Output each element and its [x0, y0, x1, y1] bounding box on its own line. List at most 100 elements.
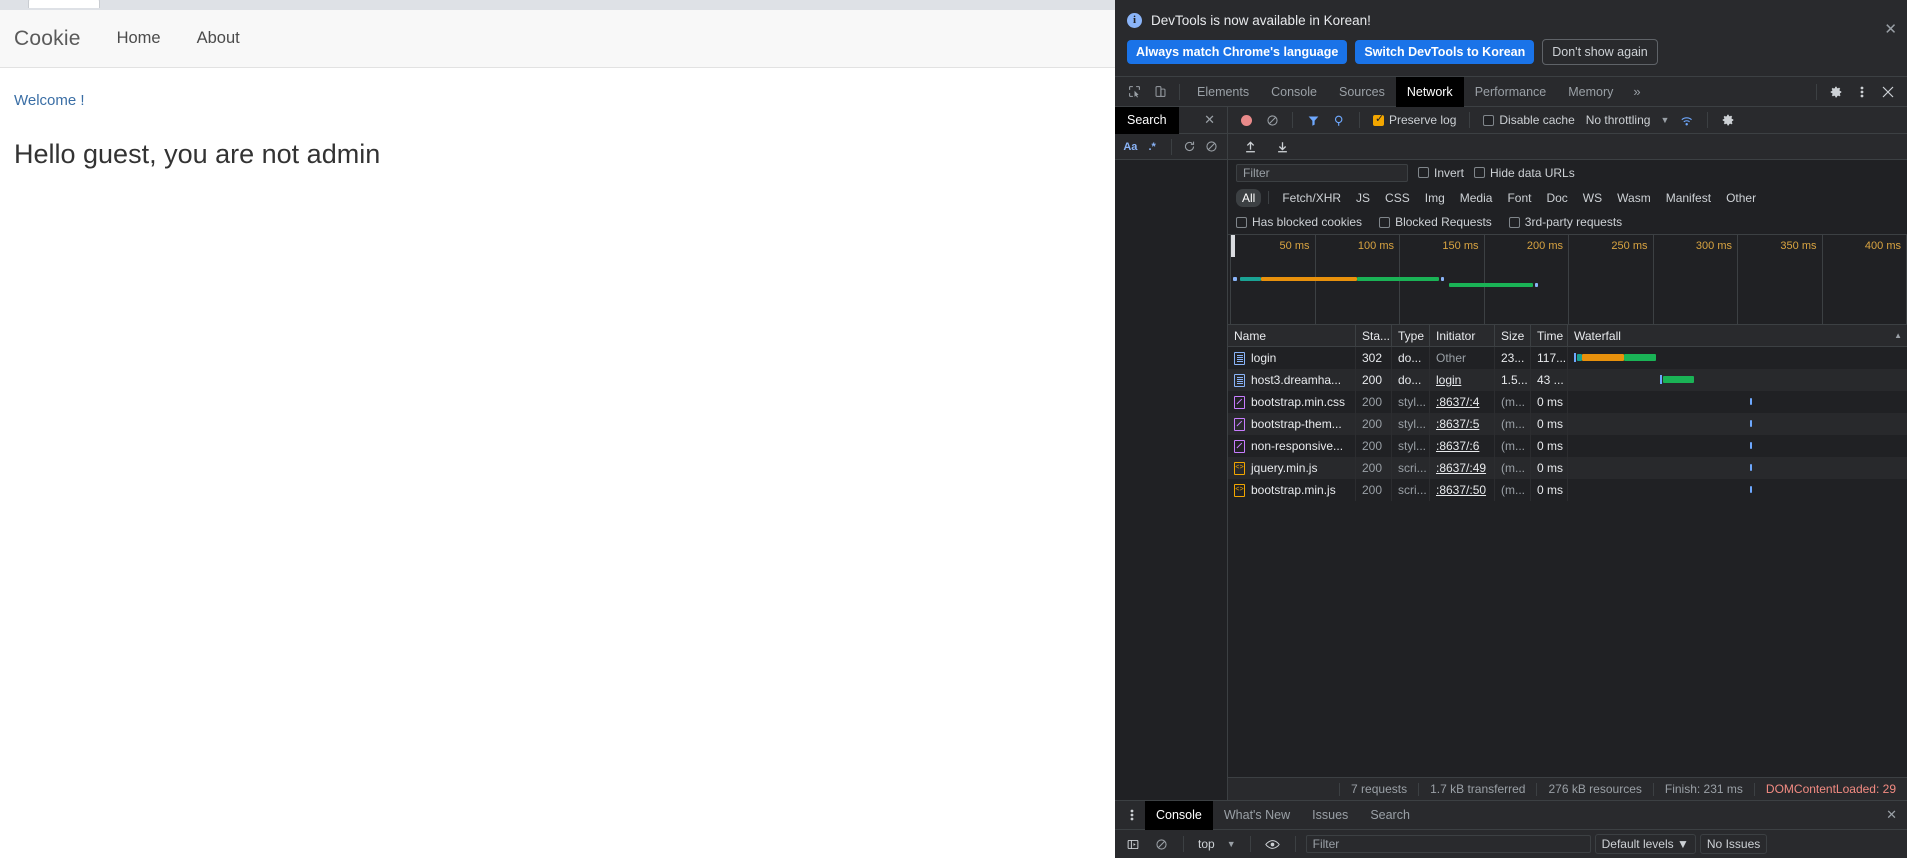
drawer-tab-issues[interactable]: Issues [1301, 801, 1359, 830]
search-panel-title[interactable]: Search [1115, 106, 1179, 134]
table-row[interactable]: <> jquery.min.js 200 scri... :8637/:49 (… [1228, 457, 1907, 479]
table-row[interactable]: bootstrap-them... 200 styl... :8637/:5 (… [1228, 413, 1907, 435]
type-filter-fetch-xhr[interactable]: Fetch/XHR [1276, 189, 1347, 207]
preserve-log-checkbox[interactable]: Preserve log [1368, 112, 1461, 127]
request-name-cell[interactable]: bootstrap-them... [1228, 413, 1356, 435]
nav-link-about[interactable]: About [197, 29, 240, 48]
close-icon[interactable]: ✕ [1204, 112, 1215, 128]
console-context-select[interactable]: top [1194, 837, 1219, 851]
always-match-language-button[interactable]: Always match Chrome's language [1127, 40, 1348, 64]
tab-console[interactable]: Console [1260, 77, 1328, 107]
table-row[interactable]: bootstrap.min.css 200 styl... :8637/:4 (… [1228, 391, 1907, 413]
chevron-down-icon[interactable]: ▼ [1656, 115, 1673, 125]
site-brand[interactable]: Cookie [14, 27, 81, 51]
regex-icon[interactable]: .* [1143, 137, 1162, 157]
type-filter-media[interactable]: Media [1454, 189, 1499, 207]
request-initiator[interactable]: :8637/:50 [1430, 479, 1495, 501]
checkbox[interactable] [1379, 216, 1391, 228]
gear-icon[interactable] [1823, 80, 1849, 104]
request-name-cell[interactable]: bootstrap.min.css [1228, 391, 1356, 413]
inspect-element-icon[interactable] [1121, 80, 1147, 104]
blocked-requests-checkbox[interactable]: Blocked Requests [1379, 215, 1492, 229]
type-filter-ws[interactable]: WS [1577, 189, 1608, 207]
filter-icon[interactable] [1301, 109, 1325, 131]
type-filter-wasm[interactable]: Wasm [1611, 189, 1657, 207]
close-drawer-icon[interactable]: ✕ [1886, 807, 1907, 823]
checkbox[interactable] [1418, 167, 1429, 178]
drawer-menu-icon[interactable] [1119, 803, 1145, 827]
request-name-cell[interactable]: <> bootstrap.min.js [1228, 479, 1356, 501]
request-initiator[interactable]: :8637/:6 [1430, 435, 1495, 457]
invert-checkbox[interactable]: Invert [1418, 166, 1464, 180]
dont-show-again-button[interactable]: Don't show again [1542, 39, 1658, 65]
close-devtools-icon[interactable] [1875, 80, 1901, 104]
clear-console-icon[interactable] [1149, 833, 1173, 855]
record-icon[interactable] [1234, 109, 1258, 131]
column-header-initiator[interactable]: Initiator [1430, 324, 1495, 347]
console-sidebar-icon[interactable] [1121, 833, 1145, 855]
checkbox[interactable] [1483, 114, 1495, 126]
type-filter-font[interactable]: Font [1501, 189, 1537, 207]
request-initiator[interactable]: login [1430, 369, 1495, 391]
type-filter-doc[interactable]: Doc [1540, 189, 1573, 207]
drawer-tab-search[interactable]: Search [1359, 801, 1421, 830]
request-initiator[interactable]: :8637/:5 [1430, 413, 1495, 435]
tab-performance[interactable]: Performance [1464, 77, 1558, 107]
tab-sources[interactable]: Sources [1328, 77, 1396, 107]
nav-link-home[interactable]: Home [117, 29, 161, 48]
drawer-tab-console[interactable]: Console [1145, 800, 1213, 830]
column-header-time[interactable]: Time [1531, 324, 1568, 347]
request-name-cell[interactable]: host3.dreamha... [1228, 369, 1356, 391]
disable-cache-checkbox[interactable]: Disable cache [1478, 113, 1579, 127]
table-row[interactable]: <> bootstrap.min.js 200 scri... :8637/:5… [1228, 479, 1907, 501]
has-blocked-cookies-checkbox[interactable]: Has blocked cookies [1236, 215, 1362, 229]
column-header-type[interactable]: Type [1392, 324, 1430, 347]
checkbox[interactable] [1474, 167, 1486, 178]
network-conditions-icon[interactable] [1675, 109, 1699, 131]
export-har-icon[interactable] [1270, 136, 1294, 158]
switch-devtools-language-button[interactable]: Switch DevTools to Korean [1355, 40, 1535, 64]
import-har-icon[interactable] [1238, 136, 1262, 158]
type-filter-all[interactable]: All [1236, 188, 1262, 207]
browser-tab[interactable] [28, 0, 100, 8]
throttling-select[interactable]: No throttling [1582, 113, 1655, 127]
clear-icon[interactable] [1202, 137, 1221, 157]
request-name-cell[interactable]: non-responsive... [1228, 435, 1356, 457]
checkbox[interactable] [1508, 216, 1520, 228]
request-initiator[interactable]: :8637/:49 [1430, 457, 1495, 479]
type-filter-img[interactable]: Img [1419, 189, 1451, 207]
request-name-cell[interactable]: <> jquery.min.js [1228, 457, 1356, 479]
tab-memory[interactable]: Memory [1557, 77, 1624, 107]
column-header-size[interactable]: Size [1495, 324, 1531, 347]
console-filter-input[interactable] [1305, 835, 1591, 853]
tab-elements[interactable]: Elements [1186, 77, 1260, 107]
table-row[interactable]: login 302 do... Other 23... 117... [1228, 347, 1907, 369]
network-overview-timeline[interactable]: 50 ms 100 ms 150 ms 200 ms 250 ms 300 ms… [1228, 235, 1907, 325]
checkbox[interactable] [1236, 216, 1247, 228]
request-initiator[interactable]: :8637/:4 [1430, 391, 1495, 413]
third-party-requests-checkbox[interactable]: 3rd-party requests [1508, 215, 1622, 229]
column-header-waterfall[interactable]: Waterfall ▲ [1568, 325, 1907, 347]
hide-data-urls-checkbox[interactable]: Hide data URLs [1474, 166, 1575, 180]
more-options-icon[interactable] [1849, 80, 1875, 104]
chevron-down-icon[interactable]: ▼ [1223, 839, 1240, 849]
table-row[interactable]: non-responsive... 200 styl... :8637/:6 (… [1228, 435, 1907, 457]
type-filter-manifest[interactable]: Manifest [1660, 189, 1717, 207]
close-icon[interactable]: ✕ [1884, 22, 1897, 37]
match-case-icon[interactable]: Aa [1121, 137, 1140, 157]
search-icon[interactable] [1327, 109, 1351, 131]
console-issues-badge[interactable]: No Issues [1699, 834, 1768, 854]
network-settings-gear-icon[interactable] [1716, 109, 1740, 131]
overview-canvas[interactable]: 50 ms 100 ms 150 ms 200 ms 250 ms 300 ms… [1230, 235, 1907, 324]
type-filter-js[interactable]: JS [1350, 189, 1376, 207]
checkbox[interactable] [1373, 112, 1384, 126]
request-initiator[interactable]: Other [1430, 347, 1495, 369]
filter-input[interactable] [1236, 163, 1408, 182]
sort-arrow-icon[interactable]: ▲ [1894, 325, 1902, 347]
type-filter-other[interactable]: Other [1720, 189, 1762, 207]
table-row[interactable]: host3.dreamha... 200 do... login 1.5... … [1228, 369, 1907, 391]
refresh-icon[interactable] [1180, 137, 1199, 157]
type-filter-css[interactable]: CSS [1379, 189, 1416, 207]
column-header-status[interactable]: Sta... [1356, 324, 1392, 347]
tab-network[interactable]: Network [1395, 76, 1464, 107]
